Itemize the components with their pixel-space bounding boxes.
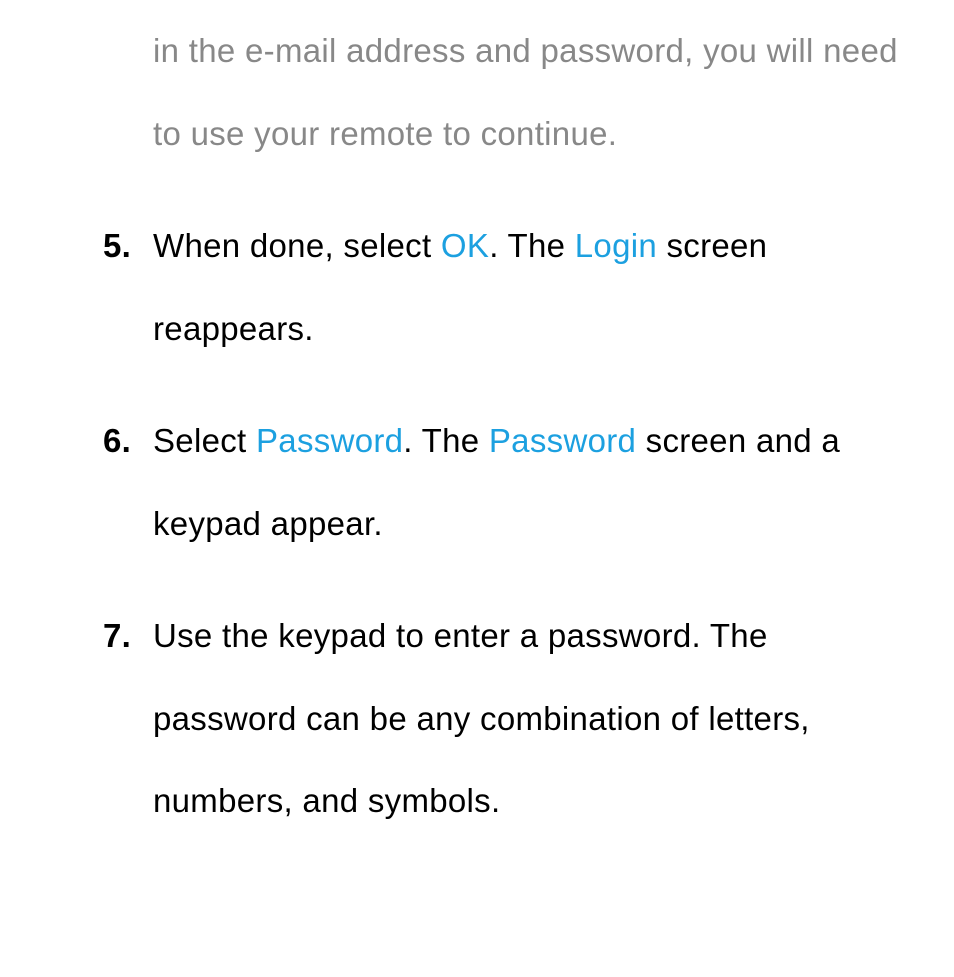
step-6-password-highlight-1: Password bbox=[256, 422, 403, 459]
step-5-login-highlight: Login bbox=[575, 227, 657, 264]
intro-paragraph: in the e-mail address and password, you … bbox=[153, 10, 914, 175]
step-6-part-2: . The bbox=[403, 422, 489, 459]
step-5-part-2: . The bbox=[489, 227, 575, 264]
step-5-part-0: When done, select bbox=[153, 227, 441, 264]
step-number-5: 5. bbox=[103, 205, 131, 288]
step-7-text: Use the keypad to enter a password. The … bbox=[153, 617, 810, 819]
step-5-ok-highlight: OK bbox=[441, 227, 489, 264]
step-6: 6. Select Password. The Password screen … bbox=[153, 400, 914, 565]
document-content: in the e-mail address and password, you … bbox=[0, 0, 954, 843]
step-6-part-0: Select bbox=[153, 422, 256, 459]
step-7-part-0: Use the keypad to enter a password. The … bbox=[153, 617, 810, 819]
step-6-text: Select Password. The Password screen and… bbox=[153, 422, 840, 542]
step-7: 7. Use the keypad to enter a password. T… bbox=[153, 595, 914, 843]
step-number-6: 6. bbox=[103, 400, 131, 483]
step-5: 5. When done, select OK. The Login scree… bbox=[153, 205, 914, 370]
step-number-7: 7. bbox=[103, 595, 131, 678]
step-6-password-highlight-2: Password bbox=[489, 422, 636, 459]
step-5-text: When done, select OK. The Login screen r… bbox=[153, 227, 767, 347]
